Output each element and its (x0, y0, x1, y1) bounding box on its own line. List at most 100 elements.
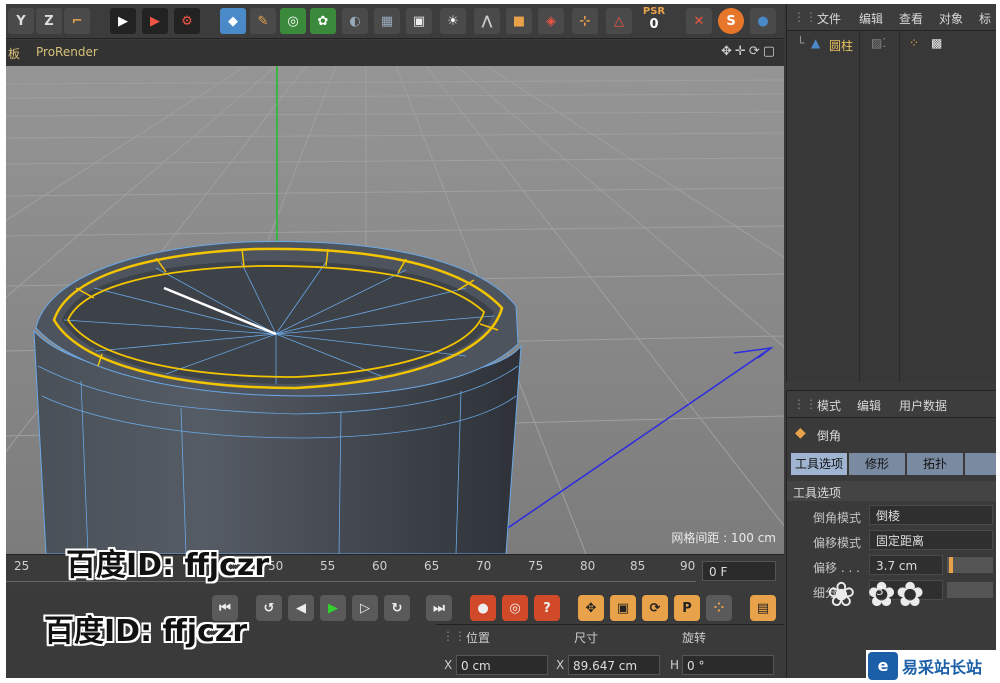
menu-object[interactable]: 对象 (939, 10, 963, 27)
menu-edit[interactable]: 编辑 (857, 397, 881, 414)
viewport-header: 板 ProRender ✥✛⟳▢ (6, 40, 784, 67)
loop-forward-icon[interactable]: ↻ (384, 595, 410, 621)
offset-field[interactable]: 3.7 cm (869, 555, 943, 575)
tag-checker-icon[interactable]: ▩ (931, 36, 942, 50)
tick-label: 80 (580, 559, 596, 573)
floor-icon[interactable]: ▦ (374, 8, 400, 34)
psr-counter: PSR 0 (640, 6, 668, 36)
script-icon[interactable]: ✕ (686, 8, 712, 34)
menu-user-data[interactable]: 用户数据 (899, 397, 947, 414)
grip-icon: ⋮⋮ (793, 397, 817, 411)
renderer-menu[interactable]: ProRender (36, 45, 98, 59)
tool-name: 倒角 (817, 429, 842, 443)
tag-icon[interactable]: ◈ (538, 8, 564, 34)
move-tool-icon[interactable]: ✥ (578, 595, 604, 621)
play-icon[interactable]: ▶ (320, 595, 346, 621)
tick-label: 75 (528, 559, 544, 573)
keyframe-help-icon[interactable]: ? (534, 595, 560, 621)
render-view-icon[interactable]: ▶ (110, 8, 136, 34)
current-frame-field[interactable]: 0 F (702, 561, 776, 581)
offset-mode-dropdown[interactable]: 固定距离 (869, 530, 993, 550)
tick-label: 60 (372, 559, 388, 573)
loop-back-icon[interactable]: ↺ (256, 595, 282, 621)
scale-tool-icon[interactable]: ▣ (610, 595, 636, 621)
point-grid-icon[interactable]: ⁘ (706, 595, 732, 621)
next-frame-icon[interactable]: ▷ (352, 595, 378, 621)
watermark-text: 百度ID: ffjczr (66, 548, 270, 583)
section-header-bar: 工具选项 (787, 481, 996, 501)
subdivision-icon[interactable]: ◎ (280, 8, 306, 34)
enable-snap-icon[interactable]: △ (606, 8, 632, 34)
axis-icon[interactable]: ⊹ (572, 8, 598, 34)
render-picture-icon[interactable]: ▶ (142, 8, 168, 34)
scene-canvas (6, 66, 784, 554)
record-icon[interactable]: ● (470, 595, 496, 621)
go-to-end-icon[interactable]: ⏭ (426, 595, 452, 621)
menu-file[interactable]: 文件 (817, 10, 841, 27)
coordinates-manager: ⋮⋮ 位置 尺寸 旋转 X 0 cm X 89.647 cm H 0 ° (436, 624, 784, 678)
3d-viewport[interactable]: 网格间距 : 100 cm (6, 66, 784, 554)
pen-icon[interactable]: ✎ (250, 8, 276, 34)
deformer-icon[interactable]: ◐ (342, 8, 368, 34)
tick-label: 85 (630, 559, 646, 573)
h-label: H (670, 658, 680, 672)
tick-label: 55 (320, 559, 336, 573)
grip-icon: ⋮⋮ (442, 629, 466, 643)
column-divider (859, 30, 860, 382)
render-settings-icon[interactable]: ⚙ (174, 8, 200, 34)
offset-mode-label: 偏移模式 (813, 536, 862, 550)
psr-label: PSR (642, 6, 666, 17)
coordinate-system-icon[interactable]: ⌐ (64, 8, 90, 34)
auto-key-icon[interactable]: ◎ (502, 595, 528, 621)
sphere-scene-icon[interactable]: ● (750, 8, 776, 34)
menu-view[interactable]: 查看 (899, 10, 923, 27)
site-logo-icon: e (868, 652, 898, 680)
z-axis-lock-icon[interactable]: Z (36, 8, 62, 34)
object-manager-menubar: ⋮⋮ 文件 编辑 查看 对象 标 (787, 4, 996, 31)
tab-tool-options[interactable]: 工具选项 (791, 453, 847, 475)
menu-tag[interactable]: 标 (979, 10, 991, 27)
position-x-field[interactable]: 0 cm (456, 655, 548, 675)
position-header: 位置 (466, 631, 491, 645)
tree-branch-icon: └ (797, 36, 805, 50)
tab-overflow[interactable] (965, 453, 996, 475)
viewport-nav-icons[interactable]: ✥✛⟳▢ (721, 44, 778, 59)
viewport-menu-partial[interactable]: 板 (8, 45, 20, 62)
parameter-icon[interactable]: P (674, 595, 700, 621)
tick-label: 70 (476, 559, 492, 573)
array-icon[interactable]: ✿ (310, 8, 336, 34)
size-x-label: X (556, 658, 565, 672)
y-axis-lock-icon[interactable]: Y (8, 8, 34, 34)
material-icon[interactable]: ■ (506, 8, 532, 34)
attribute-manager: ⋮⋮ 模式 编辑 用户数据 ◆ 倒角 工具选项 修形 拓扑 工具选项 倒角模式 … (786, 390, 996, 678)
offset-slider[interactable] (947, 557, 993, 573)
tick-label: 25 (14, 559, 30, 573)
main-toolbar: Y Z ⌐ ▶ ▶ ⚙ ◆ ✎ ◎ ✿ ◐ ▦ ▣ ☀ ⋀ ■ ◈ ⊹ △ PS… (6, 4, 784, 39)
cube-icon[interactable]: ◆ (220, 8, 246, 34)
bevel-mode-dropdown[interactable]: 倒棱 (869, 505, 993, 525)
rotate-tool-icon[interactable]: ⟳ (642, 595, 668, 621)
watermark-paw-icon: ❀ ✿✿ (827, 575, 925, 615)
menu-edit[interactable]: 编辑 (859, 10, 883, 27)
previous-frame-icon[interactable]: ◀ (288, 595, 314, 621)
tab-topology[interactable]: 拓扑 (907, 453, 963, 475)
tag-phong-icon[interactable]: ⁘ (909, 36, 919, 50)
rotation-h-field[interactable]: 0 ° (682, 655, 774, 675)
object-manager: ⋮⋮ 文件 编辑 查看 对象 标 └ ▲ 圆柱 ▨⁚ ⁘ ▩ (786, 4, 996, 382)
film-strip-icon[interactable]: ▤ (750, 595, 776, 621)
snap-icon[interactable]: ⋀ (474, 8, 500, 34)
bevel-mode-label: 倒角模式 (813, 511, 862, 525)
object-row-cylinder[interactable]: └ ▲ 圆柱 ▨⁚ ⁘ ▩ (791, 36, 991, 54)
size-x-field[interactable]: 89.647 cm (568, 655, 660, 675)
object-name[interactable]: 圆柱 (829, 37, 853, 54)
camera-icon[interactable]: ▣ (406, 8, 432, 34)
light-icon[interactable]: ☀ (440, 8, 466, 34)
offset-slider-handle[interactable] (949, 557, 953, 573)
s-logo-icon[interactable]: S (718, 8, 744, 34)
visibility-toggle-icon[interactable]: ▨⁚ (871, 36, 886, 50)
tick-label: 65 (424, 559, 440, 573)
tab-shaping[interactable]: 修形 (849, 453, 905, 475)
tick-label: 50 (268, 559, 284, 573)
menu-mode[interactable]: 模式 (817, 397, 841, 414)
offset-label: 偏移 . . . (813, 561, 860, 575)
